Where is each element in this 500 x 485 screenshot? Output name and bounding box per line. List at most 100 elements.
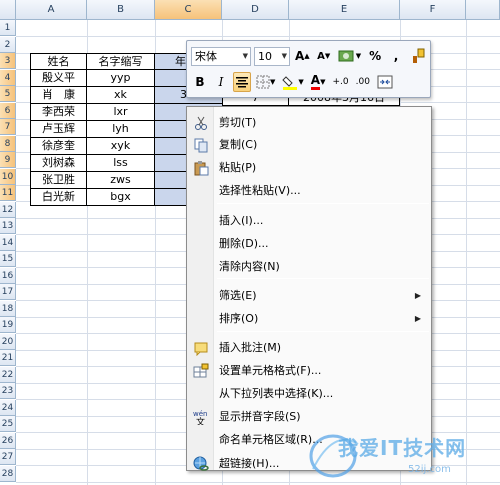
currency-icon xyxy=(338,50,354,62)
row-header-11[interactable]: 11 xyxy=(0,185,16,201)
row-header-9[interactable]: 9 xyxy=(0,152,16,168)
header-name[interactable]: 姓名 xyxy=(30,53,87,70)
align-center-icon xyxy=(236,77,248,88)
row-header-8[interactable]: 8 xyxy=(0,135,16,152)
menu-item-filter[interactable]: 筛选(E) ▶ xyxy=(187,285,431,307)
menu-item-cut[interactable]: 剪切(T) xyxy=(187,112,431,134)
font-name-select[interactable]: 宋体 ▼ xyxy=(191,46,251,66)
cell-abbr[interactable]: xk xyxy=(87,87,155,104)
percent-style-button[interactable]: % xyxy=(366,46,384,66)
row-header-2[interactable]: 2 xyxy=(0,36,16,53)
row-header-7[interactable]: 7 xyxy=(0,119,16,135)
currency-format-button[interactable]: ▼ xyxy=(336,46,363,66)
row-header-18[interactable]: 18 xyxy=(0,300,16,317)
row-header-13[interactable]: 13 xyxy=(0,218,16,234)
menu-item-define-name[interactable]: 命名单元格区域(R)... xyxy=(187,429,431,451)
row-header-21[interactable]: 21 xyxy=(0,350,16,366)
menu-item-paste[interactable]: 粘贴(P) xyxy=(187,157,431,179)
column-header-f[interactable]: F xyxy=(400,0,466,20)
column-header-g[interactable] xyxy=(466,0,500,20)
column-header-b[interactable]: B xyxy=(87,0,155,20)
cell-abbr[interactable]: lxr xyxy=(87,104,155,121)
menu-item-label: 从下拉列表中选择(K)... xyxy=(219,387,334,400)
cell-abbr[interactable]: lyh xyxy=(87,121,155,138)
menu-item-insert-comment[interactable]: 插入批注(M) xyxy=(187,337,431,359)
row-header-23[interactable]: 23 xyxy=(0,383,16,399)
column-header-e[interactable]: E xyxy=(289,0,400,20)
header-abbr[interactable]: 名字缩写 xyxy=(87,53,155,70)
column-header-c[interactable]: C xyxy=(155,0,222,20)
row-header-25[interactable]: 25 xyxy=(0,416,16,432)
row-header-12[interactable]: 12 xyxy=(0,201,16,218)
fill-color-button[interactable]: ▼ xyxy=(280,72,305,92)
menu-item-pick-from-list[interactable]: 从下拉列表中选择(K)... xyxy=(187,383,431,405)
fill-color-icon xyxy=(282,76,298,90)
font-size-value: 10 xyxy=(258,49,272,63)
cell-abbr[interactable]: zws xyxy=(87,172,155,189)
borders-button[interactable]: ▼ xyxy=(254,72,277,92)
row-header-5[interactable]: 5 xyxy=(0,86,16,102)
cell-abbr[interactable]: yyp xyxy=(87,70,155,87)
shrink-font-button[interactable]: A ▼ xyxy=(315,46,333,66)
shrink-font-icon: A xyxy=(317,50,325,62)
row-header-19[interactable]: 19 xyxy=(0,317,16,333)
row-header-1[interactable]: 1 xyxy=(0,20,16,36)
font-size-select[interactable]: 10 ▼ xyxy=(254,46,290,66)
menu-item-hyperlink[interactable]: 超链接(H)... xyxy=(187,453,431,475)
svg-text:文: 文 xyxy=(196,416,205,425)
row-header-16[interactable]: 16 xyxy=(0,267,16,284)
row-header-22[interactable]: 22 xyxy=(0,366,16,383)
row-header-15[interactable]: 15 xyxy=(0,251,16,267)
format-cells-icon xyxy=(193,363,209,379)
cell-name[interactable]: 李西荣 xyxy=(30,104,87,121)
grow-font-button[interactable]: A ▲ xyxy=(293,46,312,66)
menu-item-format-cells[interactable]: 设置单元格格式(F)... xyxy=(187,360,431,382)
menu-item-delete[interactable]: 删除(D)... xyxy=(187,233,431,255)
align-center-button[interactable] xyxy=(233,72,251,92)
cell-name[interactable]: 卢玉辉 xyxy=(30,121,87,138)
comment-icon xyxy=(193,340,209,357)
font-name-value: 宋体 xyxy=(195,49,217,63)
menu-item-insert[interactable]: 插入(I)... xyxy=(187,210,431,232)
row-header-26[interactable]: 26 xyxy=(0,432,16,449)
row-header-20[interactable]: 20 xyxy=(0,333,16,350)
menu-item-sort[interactable]: 排序(O) ▶ xyxy=(187,308,431,330)
decrease-decimal-button[interactable]: .00 xyxy=(354,72,372,92)
font-color-button[interactable]: A ▼ xyxy=(309,72,328,92)
format-painter-button[interactable] xyxy=(408,46,428,66)
increase-decimal-button[interactable]: +.0 xyxy=(330,72,350,92)
menu-item-copy[interactable]: 复制(C) xyxy=(187,134,431,156)
column-header-d[interactable]: D xyxy=(222,0,289,20)
row-header-17[interactable]: 17 xyxy=(0,284,16,300)
menu-item-show-phonetic[interactable]: wén 文显示拼音字段(S) xyxy=(187,406,431,428)
comma-style-button[interactable]: , xyxy=(387,46,405,66)
menu-item-label: 排序(O) xyxy=(219,312,259,325)
menu-item-label: 筛选(E) xyxy=(219,289,257,302)
italic-button[interactable]: I xyxy=(212,72,230,92)
row-header-10[interactable]: 10 xyxy=(0,168,16,185)
row-header-24[interactable]: 24 xyxy=(0,399,16,416)
row-header-28[interactable]: 28 xyxy=(0,465,16,482)
cell-name[interactable]: 白光新 xyxy=(30,189,87,206)
row-header-4[interactable]: 4 xyxy=(0,69,16,86)
submenu-arrow-icon: ▶ xyxy=(414,291,421,300)
bold-button[interactable]: B xyxy=(191,72,209,92)
row-header-3[interactable]: 3 xyxy=(0,53,16,69)
column-header-a[interactable]: A xyxy=(16,0,87,20)
cell-name[interactable]: 殷义平 xyxy=(30,70,87,87)
cell-name[interactable]: 肖 康 xyxy=(30,87,87,104)
merge-cells-icon xyxy=(377,75,393,89)
merge-center-button[interactable] xyxy=(375,72,395,92)
row-header-6[interactable]: 6 xyxy=(0,102,16,119)
cell-name[interactable]: 刘树森 xyxy=(30,155,87,172)
cell-abbr[interactable]: lss xyxy=(87,155,155,172)
row-header-14[interactable]: 14 xyxy=(0,234,16,251)
cell-name[interactable]: 徐彦奎 xyxy=(30,138,87,155)
menu-item-paste-special[interactable]: 选择性粘贴(V)... xyxy=(187,180,431,202)
cell-abbr[interactable]: xyk xyxy=(87,138,155,155)
select-all-corner[interactable] xyxy=(0,0,16,20)
cell-abbr[interactable]: bgx xyxy=(87,189,155,206)
cell-name[interactable]: 张卫胜 xyxy=(30,172,87,189)
row-header-27[interactable]: 27 xyxy=(0,449,16,465)
menu-item-clear-contents[interactable]: 清除内容(N) xyxy=(187,256,431,278)
